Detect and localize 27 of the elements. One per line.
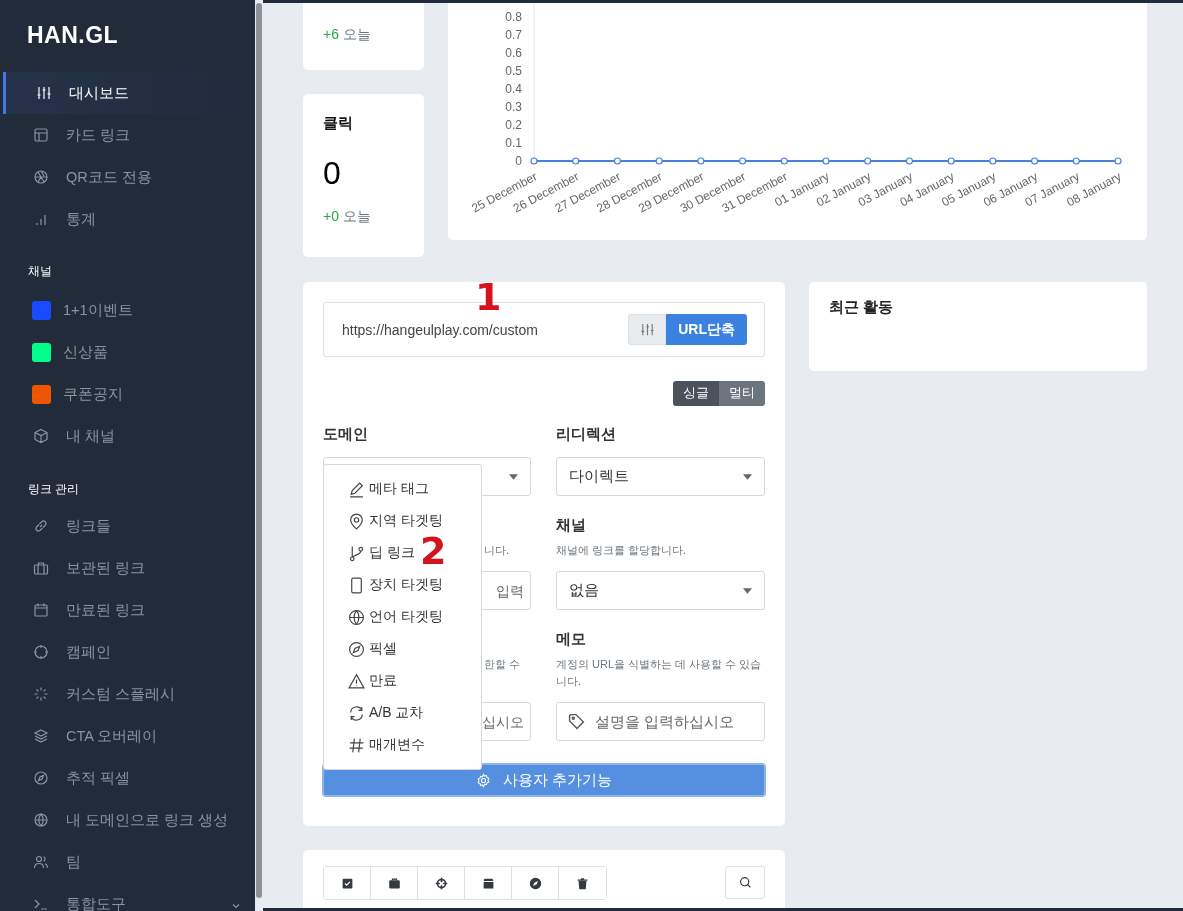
delta-label: 오늘 [342, 26, 371, 42]
y-tick-label: 0.2 [505, 118, 522, 132]
annotation-number: 2 [420, 532, 447, 570]
field-description: 니다. [484, 543, 510, 558]
field-label: 리디렉션 [556, 425, 617, 444]
y-tick-label: 0.3 [505, 100, 522, 114]
y-tick-label: 0.1 [505, 136, 522, 150]
y-tick-label: 0.4 [505, 82, 522, 96]
stat-value: 0 [323, 155, 342, 192]
y-tick-label: 0.6 [505, 46, 522, 60]
field-label: 메모 [556, 630, 587, 649]
field-description: 한할 수 [484, 657, 521, 672]
field-description: 채널에 링크를 할당합니다. [556, 543, 688, 558]
stat-title: 클릭 [323, 114, 354, 133]
section-heading: 링크 관리 [27, 481, 81, 498]
y-tick-label: 0.8 [505, 10, 522, 24]
field-description: 계정의 URL을 식별하는 데 사용할 수 있습니다. [556, 657, 763, 689]
card-title: 최근 활동 [829, 298, 895, 317]
delta-label: 오늘 [342, 208, 371, 224]
y-tick-label: 0.5 [505, 64, 522, 78]
section-heading: 채널 [27, 263, 53, 280]
field-label: 채널 [556, 516, 587, 535]
y-tick-label: 0 [515, 154, 522, 168]
field-label: 도메인 [323, 425, 369, 444]
delta-value: +0 [323, 208, 339, 224]
y-tick-label: 0.7 [505, 28, 522, 42]
delta-value: +6 [323, 26, 339, 42]
